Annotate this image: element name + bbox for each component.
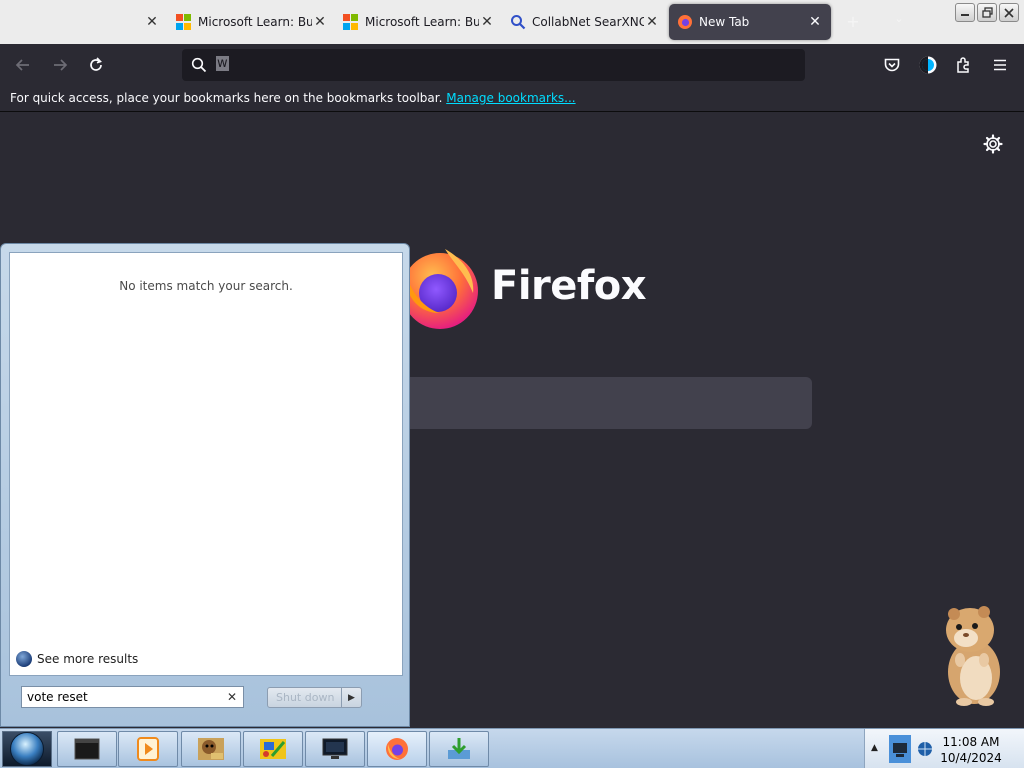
tab-microsoft-learn-2[interactable]: Microsoft Learn: Bui ✕ — [343, 4, 495, 40]
taskbar-item-download-app[interactable] — [429, 731, 489, 767]
close-icon — [1004, 7, 1014, 18]
pocket-icon — [884, 58, 900, 72]
globe-icon — [16, 651, 32, 667]
shutdown-label: Shut down — [276, 691, 335, 704]
close-tab-icon[interactable]: ✕ — [312, 14, 328, 30]
close-tab-icon[interactable]: ✕ — [807, 14, 823, 30]
tab-collabnet-searxng[interactable]: CollabNet SearXNG ✕ — [510, 4, 660, 40]
clear-search-icon[interactable]: ✕ — [227, 690, 237, 704]
bookmarks-toolbar: For quick access, place your bookmarks h… — [0, 86, 1024, 112]
microsoft-logo-icon — [176, 14, 192, 30]
windows-orb-icon — [10, 732, 44, 766]
firefox-wordmark: Firefox — [491, 263, 647, 309]
start-menu: No items match your search. See more res… — [0, 243, 410, 727]
nav-toolbar: w — [0, 44, 1024, 86]
tab-title: Microsoft Learn: Bui — [365, 15, 479, 29]
taskbar-clock[interactable]: 11:08 AM 10/4/2024 — [912, 734, 1024, 766]
firefox-icon — [386, 738, 408, 760]
close-tab-icon[interactable]: ✕ — [479, 14, 495, 30]
no-results-message: No items match your search. — [119, 279, 293, 293]
restore-icon — [981, 7, 993, 18]
start-search-results: No items match your search. See more res… — [9, 252, 403, 676]
address-input-value[interactable]: w — [216, 56, 229, 71]
paint-icon — [260, 739, 286, 759]
minimize-button[interactable] — [955, 3, 975, 22]
tab-title: CollabNet SearXNG — [532, 15, 644, 29]
url-text: w — [216, 56, 229, 71]
shutdown-button[interactable]: Shut down ▶ — [267, 687, 362, 708]
taskbar-item-media-player[interactable] — [118, 731, 178, 767]
taskbar-item-monitor-app[interactable] — [305, 731, 365, 767]
start-search-value: vote reset — [27, 690, 88, 704]
close-tab-icon[interactable]: ✕ — [144, 14, 160, 30]
taskbar-item-firefox[interactable] — [367, 731, 427, 767]
clock-time: 11:08 AM — [942, 735, 1000, 749]
start-search-input[interactable]: vote reset ✕ — [21, 686, 244, 708]
microsoft-logo-icon — [343, 14, 359, 30]
hamster-desktop-pet[interactable] — [938, 600, 1008, 708]
taskbar: ▲ 11:08 AM 10/4/2024 — [0, 728, 1024, 768]
close-window-button[interactable] — [999, 3, 1019, 22]
taskbar-item-explorer-window[interactable] — [57, 731, 117, 767]
firefox-icon — [678, 15, 692, 29]
gear-icon[interactable] — [982, 133, 1004, 155]
back-arrow-icon — [15, 59, 29, 71]
shutdown-options-arrow-icon[interactable]: ▶ — [341, 688, 361, 707]
list-all-tabs-icon[interactable]: ⌄ — [890, 12, 908, 30]
search-magnifier-icon — [511, 15, 526, 30]
network-icon[interactable] — [889, 735, 911, 763]
tab-title: New Tab — [699, 15, 750, 29]
reload-icon — [90, 57, 102, 71]
dark-mode-extension-button[interactable] — [917, 54, 939, 76]
bookmarks-hint-text: For quick access, place your bookmarks h… — [10, 91, 443, 105]
download-icon — [448, 738, 470, 759]
pocket-button[interactable] — [881, 54, 903, 76]
start-button[interactable] — [2, 731, 52, 767]
contrast-icon — [919, 56, 937, 74]
tab-new-tab[interactable]: New Tab ✕ — [669, 4, 831, 40]
tab-microsoft-learn-1[interactable]: Microsoft Learn: Bui ✕ — [176, 4, 328, 40]
search-icon — [191, 57, 207, 73]
puzzle-piece-icon — [957, 57, 969, 73]
tab-title: Microsoft Learn: Bui — [198, 15, 312, 29]
extensions-button[interactable] — [953, 54, 975, 76]
restore-button[interactable] — [977, 3, 997, 22]
back-button[interactable] — [12, 54, 34, 76]
monitor-icon — [322, 738, 348, 759]
game-box-icon — [198, 738, 224, 760]
show-hidden-icons-arrow-icon[interactable]: ▲ — [871, 743, 878, 753]
new-tab-plus-icon[interactable]: + — [844, 12, 862, 31]
tab-strip: ✕ Microsoft Learn: Bui ✕ Microsoft Learn… — [0, 0, 1024, 44]
taskbar-item-paint-app[interactable] — [243, 731, 303, 767]
address-bar[interactable]: w — [182, 49, 805, 81]
minimize-icon — [961, 13, 969, 16]
window-icon — [74, 738, 100, 760]
close-tab-icon[interactable]: ✕ — [644, 14, 660, 30]
forward-arrow-icon — [54, 59, 68, 71]
tab-hidden[interactable]: ✕ — [0, 4, 160, 40]
see-more-results-link[interactable]: See more results — [16, 651, 138, 667]
manage-bookmarks-link[interactable]: Manage bookmarks... — [446, 91, 575, 105]
reload-button[interactable] — [85, 54, 107, 76]
hamburger-menu-icon — [994, 59, 1006, 71]
taskbar-item-game-box[interactable] — [181, 731, 241, 767]
forward-button[interactable] — [49, 54, 71, 76]
media-player-icon — [137, 737, 159, 761]
see-more-label: See more results — [37, 652, 139, 666]
clock-date: 10/4/2024 — [940, 751, 1002, 765]
app-menu-button[interactable] — [989, 54, 1011, 76]
